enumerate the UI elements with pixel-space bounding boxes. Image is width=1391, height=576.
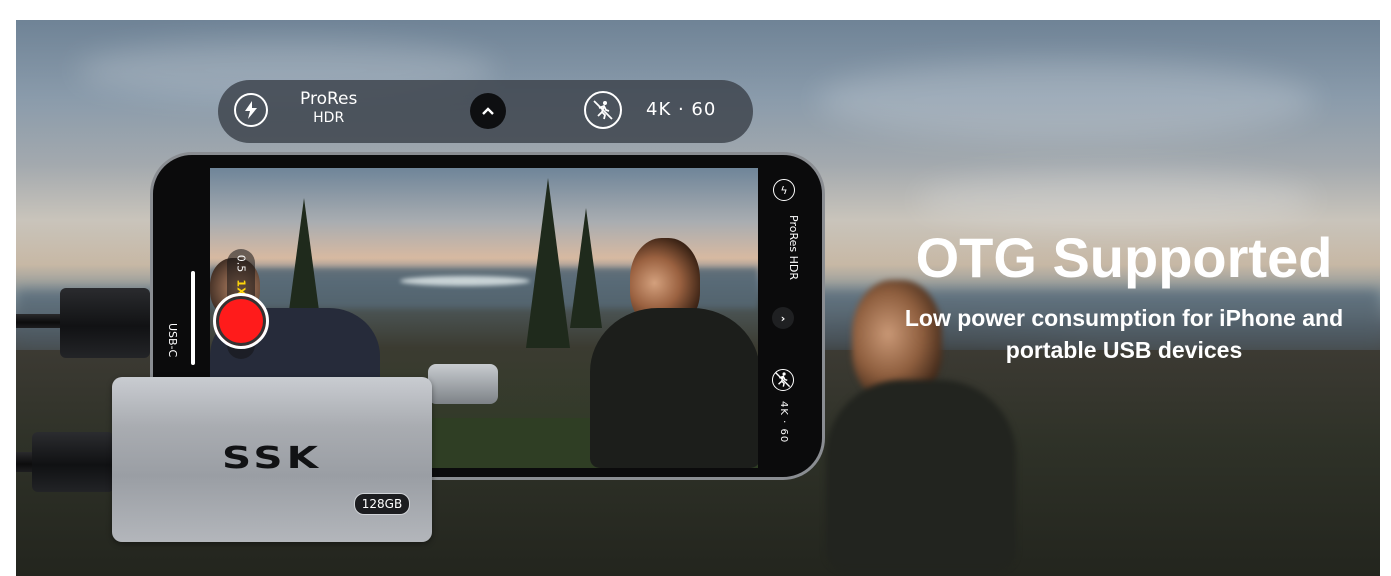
format-line1: ProRes bbox=[300, 89, 358, 109]
ssk-flash-drive: SSK 128GB bbox=[112, 377, 432, 542]
viewfinder-lake bbox=[400, 276, 530, 286]
flash-icon-glyph bbox=[245, 101, 257, 119]
cloud-shape bbox=[816, 60, 1316, 140]
viewfinder-person-right bbox=[560, 238, 758, 468]
flash-icon[interactable] bbox=[234, 93, 268, 127]
camping-pot bbox=[428, 364, 498, 404]
product-banner: ProRes HDR 4K · 60 USB-C 0.5 1X ϟ ProRes… bbox=[16, 20, 1380, 576]
side-flash-icon[interactable]: ϟ bbox=[773, 179, 795, 201]
chevron-up-glyph bbox=[482, 107, 494, 115]
running-person-slash-glyph bbox=[593, 100, 613, 120]
camera-control-pill: ProRes HDR 4K · 60 bbox=[218, 80, 753, 143]
format-line2: HDR bbox=[313, 110, 345, 126]
drive-brand-logo: SSK bbox=[221, 441, 323, 476]
action-mode-off-icon[interactable] bbox=[584, 91, 622, 129]
side-format-label[interactable]: ProRes HDR bbox=[787, 215, 800, 280]
headline-title: OTG Supported bbox=[915, 226, 1333, 289]
person-body bbox=[826, 380, 1016, 570]
record-button[interactable] bbox=[213, 293, 269, 349]
resolution-fps[interactable]: 4K · 60 bbox=[646, 99, 716, 120]
chevron-up-icon[interactable] bbox=[470, 93, 506, 129]
usb-c-indicator bbox=[191, 271, 195, 365]
chevron-right-icon[interactable]: › bbox=[772, 307, 794, 329]
headline-block: OTG Supported Low power consumption for … bbox=[876, 226, 1372, 366]
running-person-slash-glyph bbox=[774, 371, 791, 388]
usb-c-plug bbox=[60, 288, 150, 358]
side-action-mode-off-icon[interactable] bbox=[772, 369, 794, 391]
capacity-badge: 128GB bbox=[354, 493, 410, 515]
format-toggle[interactable]: ProRes HDR bbox=[300, 90, 357, 128]
cloud-shape bbox=[916, 170, 1316, 230]
usb-c-label: USB-C bbox=[166, 323, 179, 358]
side-resolution-fps[interactable]: 4K · 60 bbox=[778, 401, 789, 443]
person-body bbox=[590, 308, 758, 468]
headline-subtitle: Low power consumption for iPhone and por… bbox=[904, 305, 1344, 363]
